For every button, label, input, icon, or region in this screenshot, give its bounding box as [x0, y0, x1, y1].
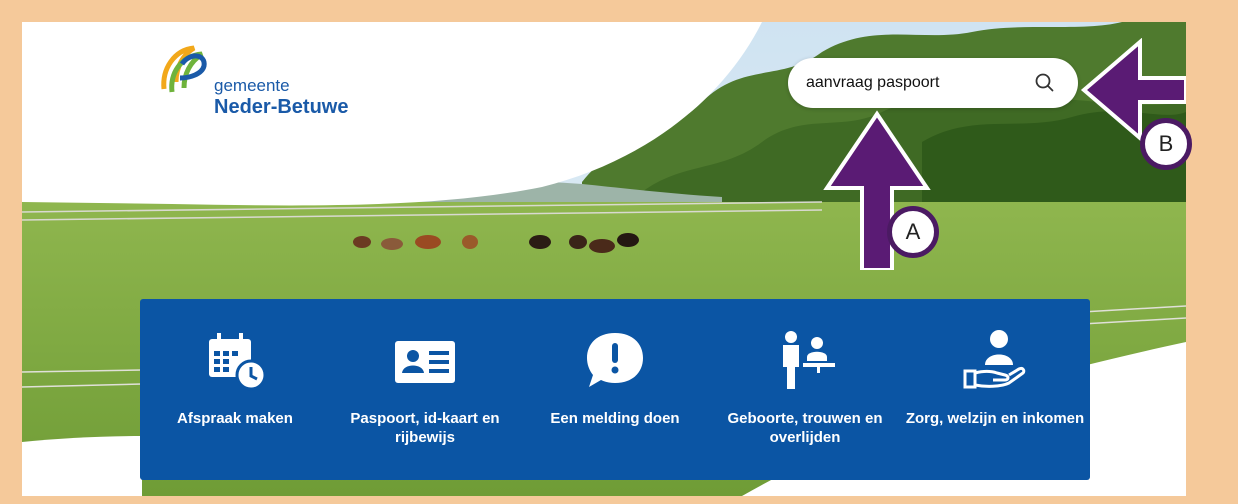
logo-swirl-icon — [161, 45, 207, 93]
exclamation-speech-icon — [587, 333, 643, 387]
id-card-icon — [395, 341, 455, 383]
calendar-clock-icon — [209, 333, 267, 391]
tile-geboorte-trouwen[interactable]: Geboorte, trouwen en overlijden — [710, 317, 900, 467]
tile-label: Afspraak maken — [177, 410, 293, 427]
annotation-marker-b: B — [1140, 118, 1192, 170]
search-icon — [1035, 73, 1054, 92]
tile-afspraak-maken[interactable]: Afspraak maken — [140, 317, 330, 467]
search-bar — [788, 58, 1078, 108]
tile-paspoort[interactable]: Paspoort, id-kaart en rijbewijs — [330, 317, 520, 467]
search-button[interactable] — [1032, 70, 1058, 96]
tile-zorg-welzijn[interactable]: Zorg, welzijn en inkomen — [900, 317, 1090, 467]
logo-line1: gemeente — [214, 76, 290, 95]
search-input[interactable] — [804, 70, 1028, 96]
people-desk-icon — [783, 331, 835, 389]
tile-label: Paspoort, id-kaart en rijbewijs — [350, 410, 500, 446]
tile-label: Geboorte, trouwen en overlijden — [727, 410, 883, 446]
logo-line2: Neder-Betuwe — [214, 96, 349, 118]
municipality-logo[interactable]: gemeente Neder-Betuwe — [154, 44, 354, 124]
page: gemeente Neder-Betuwe aanvraag paspoort … — [22, 22, 1186, 496]
tile-label: Een melding doen — [550, 410, 680, 427]
tile-label: Zorg, welzijn en inkomen — [905, 410, 1085, 427]
annotation-marker-a: A — [887, 206, 939, 258]
hand-person-icon — [963, 330, 1026, 389]
quick-links-panel: Afspraak maken Paspoort, id-kaart en rij… — [140, 299, 1090, 480]
screenshot-frame: gemeente Neder-Betuwe aanvraag paspoort … — [0, 0, 1238, 504]
tile-melding-doen[interactable]: Een melding doen — [520, 317, 710, 467]
